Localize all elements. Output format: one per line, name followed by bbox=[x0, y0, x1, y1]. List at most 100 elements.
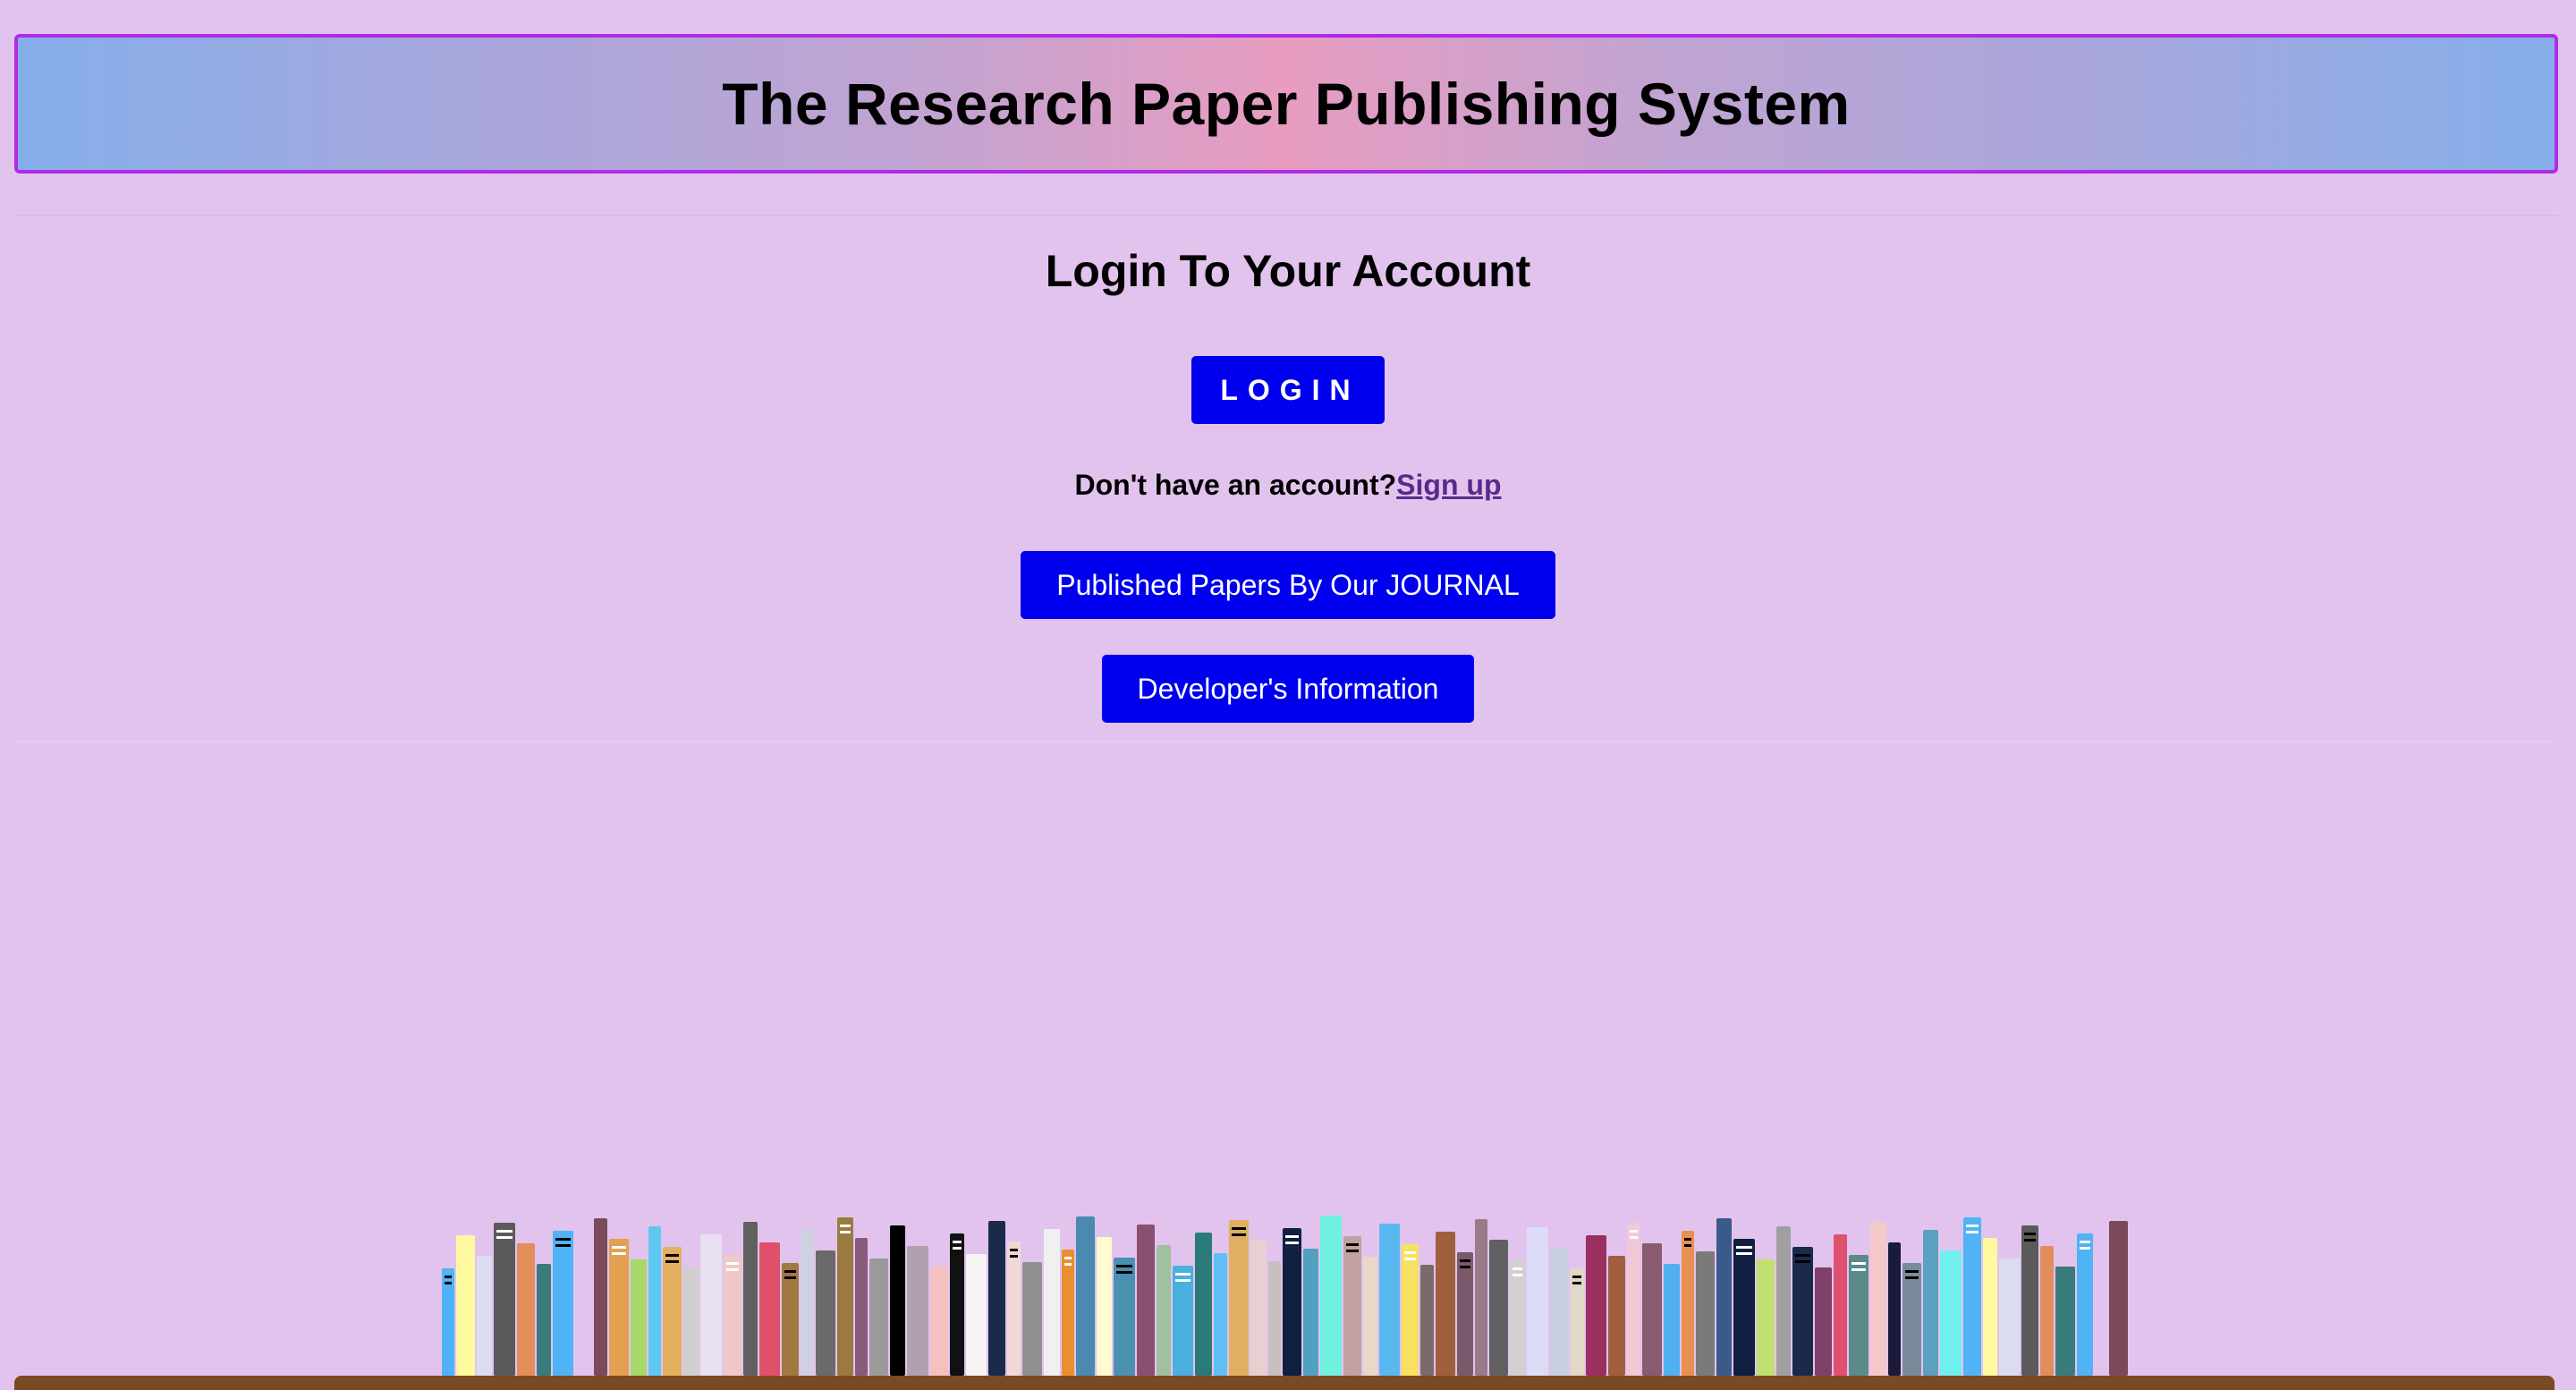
book-stripe bbox=[2024, 1239, 2036, 1242]
book-spine bbox=[1682, 1231, 1694, 1376]
login-button[interactable]: LOGIN bbox=[1191, 356, 1385, 424]
book-stripe bbox=[840, 1225, 851, 1227]
book-spine bbox=[1457, 1252, 1473, 1376]
book-spine bbox=[1062, 1250, 1074, 1376]
book-stripe bbox=[612, 1252, 626, 1255]
book-spine bbox=[988, 1221, 1005, 1376]
book-stripe bbox=[2080, 1247, 2090, 1250]
book-spine bbox=[1157, 1245, 1171, 1376]
book-stripe bbox=[1116, 1271, 1132, 1274]
book-spine bbox=[837, 1217, 853, 1376]
book-stripe bbox=[1736, 1246, 1752, 1249]
no-account-text: Don't have an account? bbox=[1074, 469, 1397, 501]
book-spine bbox=[700, 1234, 722, 1376]
book-stripe bbox=[840, 1231, 851, 1233]
book-stripe bbox=[1404, 1251, 1416, 1254]
book-spine bbox=[1076, 1216, 1095, 1376]
book-stripe bbox=[1736, 1252, 1752, 1255]
book-spine bbox=[1776, 1226, 1791, 1376]
book-stripe bbox=[1513, 1267, 1522, 1270]
book-stripe bbox=[496, 1236, 513, 1239]
book-spine bbox=[683, 1267, 699, 1376]
book-stripe bbox=[953, 1247, 962, 1250]
book-spine bbox=[553, 1231, 573, 1376]
header-banner: The Research Paper Publishing System bbox=[14, 34, 2558, 174]
book-spine bbox=[2109, 1221, 2128, 1376]
book-spine bbox=[494, 1223, 515, 1376]
book-spine bbox=[1420, 1265, 1434, 1376]
book-spine bbox=[1527, 1227, 1548, 1376]
book-spine bbox=[855, 1238, 868, 1376]
book-spine bbox=[2095, 1254, 2107, 1376]
book-stripe bbox=[1795, 1254, 1810, 1257]
signup-prompt: Don't have an account?Sign up bbox=[0, 469, 2576, 502]
book-spine bbox=[1114, 1258, 1135, 1376]
book-spine bbox=[1940, 1250, 1962, 1376]
book-stripe bbox=[1460, 1259, 1470, 1262]
book-spine bbox=[759, 1242, 780, 1376]
book-spine bbox=[1716, 1218, 1732, 1376]
book-stripe bbox=[953, 1241, 962, 1243]
book-stripe bbox=[1404, 1258, 1416, 1260]
book-stripe bbox=[1116, 1265, 1132, 1267]
book-spine bbox=[1044, 1229, 1060, 1376]
book-spine bbox=[890, 1225, 905, 1376]
book-spine bbox=[869, 1259, 888, 1376]
book-stripe bbox=[726, 1262, 739, 1265]
book-spine bbox=[1343, 1236, 1361, 1376]
book-spine bbox=[1923, 1230, 1938, 1376]
book-stripe bbox=[1905, 1276, 1919, 1279]
book-spine bbox=[1570, 1268, 1584, 1376]
book-spine bbox=[2021, 1225, 2038, 1376]
book-stripe bbox=[1852, 1262, 1866, 1265]
book-spine bbox=[1757, 1259, 1775, 1376]
developer-info-button[interactable]: Developer's Information bbox=[1102, 655, 1474, 723]
book-stripe bbox=[1285, 1235, 1299, 1238]
signup-link[interactable]: Sign up bbox=[1396, 469, 1501, 501]
book-spine bbox=[2040, 1246, 2054, 1376]
book-spine bbox=[1229, 1220, 1249, 1376]
book-stripe bbox=[1966, 1225, 1979, 1227]
shelf-bar bbox=[14, 1376, 2555, 1390]
book-spine bbox=[1268, 1261, 1281, 1376]
book-spine bbox=[1137, 1225, 1155, 1376]
book-spine bbox=[930, 1267, 948, 1376]
book-stripe bbox=[1684, 1244, 1691, 1247]
book-stripe bbox=[1010, 1255, 1018, 1258]
book-spine bbox=[1696, 1251, 1715, 1376]
book-spine bbox=[743, 1222, 758, 1376]
book-stripe bbox=[1684, 1238, 1691, 1241]
book-spine bbox=[648, 1226, 661, 1376]
book-spine bbox=[1792, 1247, 1813, 1376]
book-stripe bbox=[1285, 1242, 1299, 1244]
book-spine bbox=[907, 1246, 928, 1376]
book-stripe bbox=[1232, 1227, 1246, 1230]
book-spine bbox=[456, 1235, 475, 1376]
book-spine bbox=[724, 1255, 741, 1376]
book-spine bbox=[1983, 1238, 1997, 1376]
book-spine bbox=[966, 1254, 987, 1376]
book-spine bbox=[1849, 1255, 1868, 1376]
book-stripe bbox=[665, 1260, 679, 1263]
book-stripe bbox=[612, 1246, 626, 1249]
book-spine bbox=[801, 1230, 814, 1376]
site-title: The Research Paper Publishing System bbox=[722, 71, 1851, 137]
book-stripe bbox=[496, 1230, 513, 1233]
book-spine bbox=[782, 1263, 799, 1376]
book-spine bbox=[1888, 1242, 1901, 1376]
book-spine bbox=[663, 1247, 682, 1376]
book-spine bbox=[1022, 1262, 1042, 1376]
book-stripe bbox=[1175, 1273, 1191, 1276]
book-stripe bbox=[1572, 1276, 1581, 1278]
book-stripe bbox=[555, 1244, 571, 1247]
book-stripe bbox=[1795, 1260, 1810, 1263]
book-spine bbox=[517, 1243, 535, 1376]
book-stripe bbox=[784, 1276, 796, 1279]
book-stripe bbox=[726, 1268, 739, 1271]
page: The Research Paper Publishing System Log… bbox=[0, 0, 2576, 1390]
book-stripe bbox=[665, 1254, 679, 1257]
published-papers-button[interactable]: Published Papers By Our JOURNAL bbox=[1021, 551, 1555, 619]
book-spine bbox=[2055, 1267, 2075, 1376]
book-spine bbox=[1173, 1266, 1193, 1376]
book-spine bbox=[1007, 1242, 1021, 1376]
